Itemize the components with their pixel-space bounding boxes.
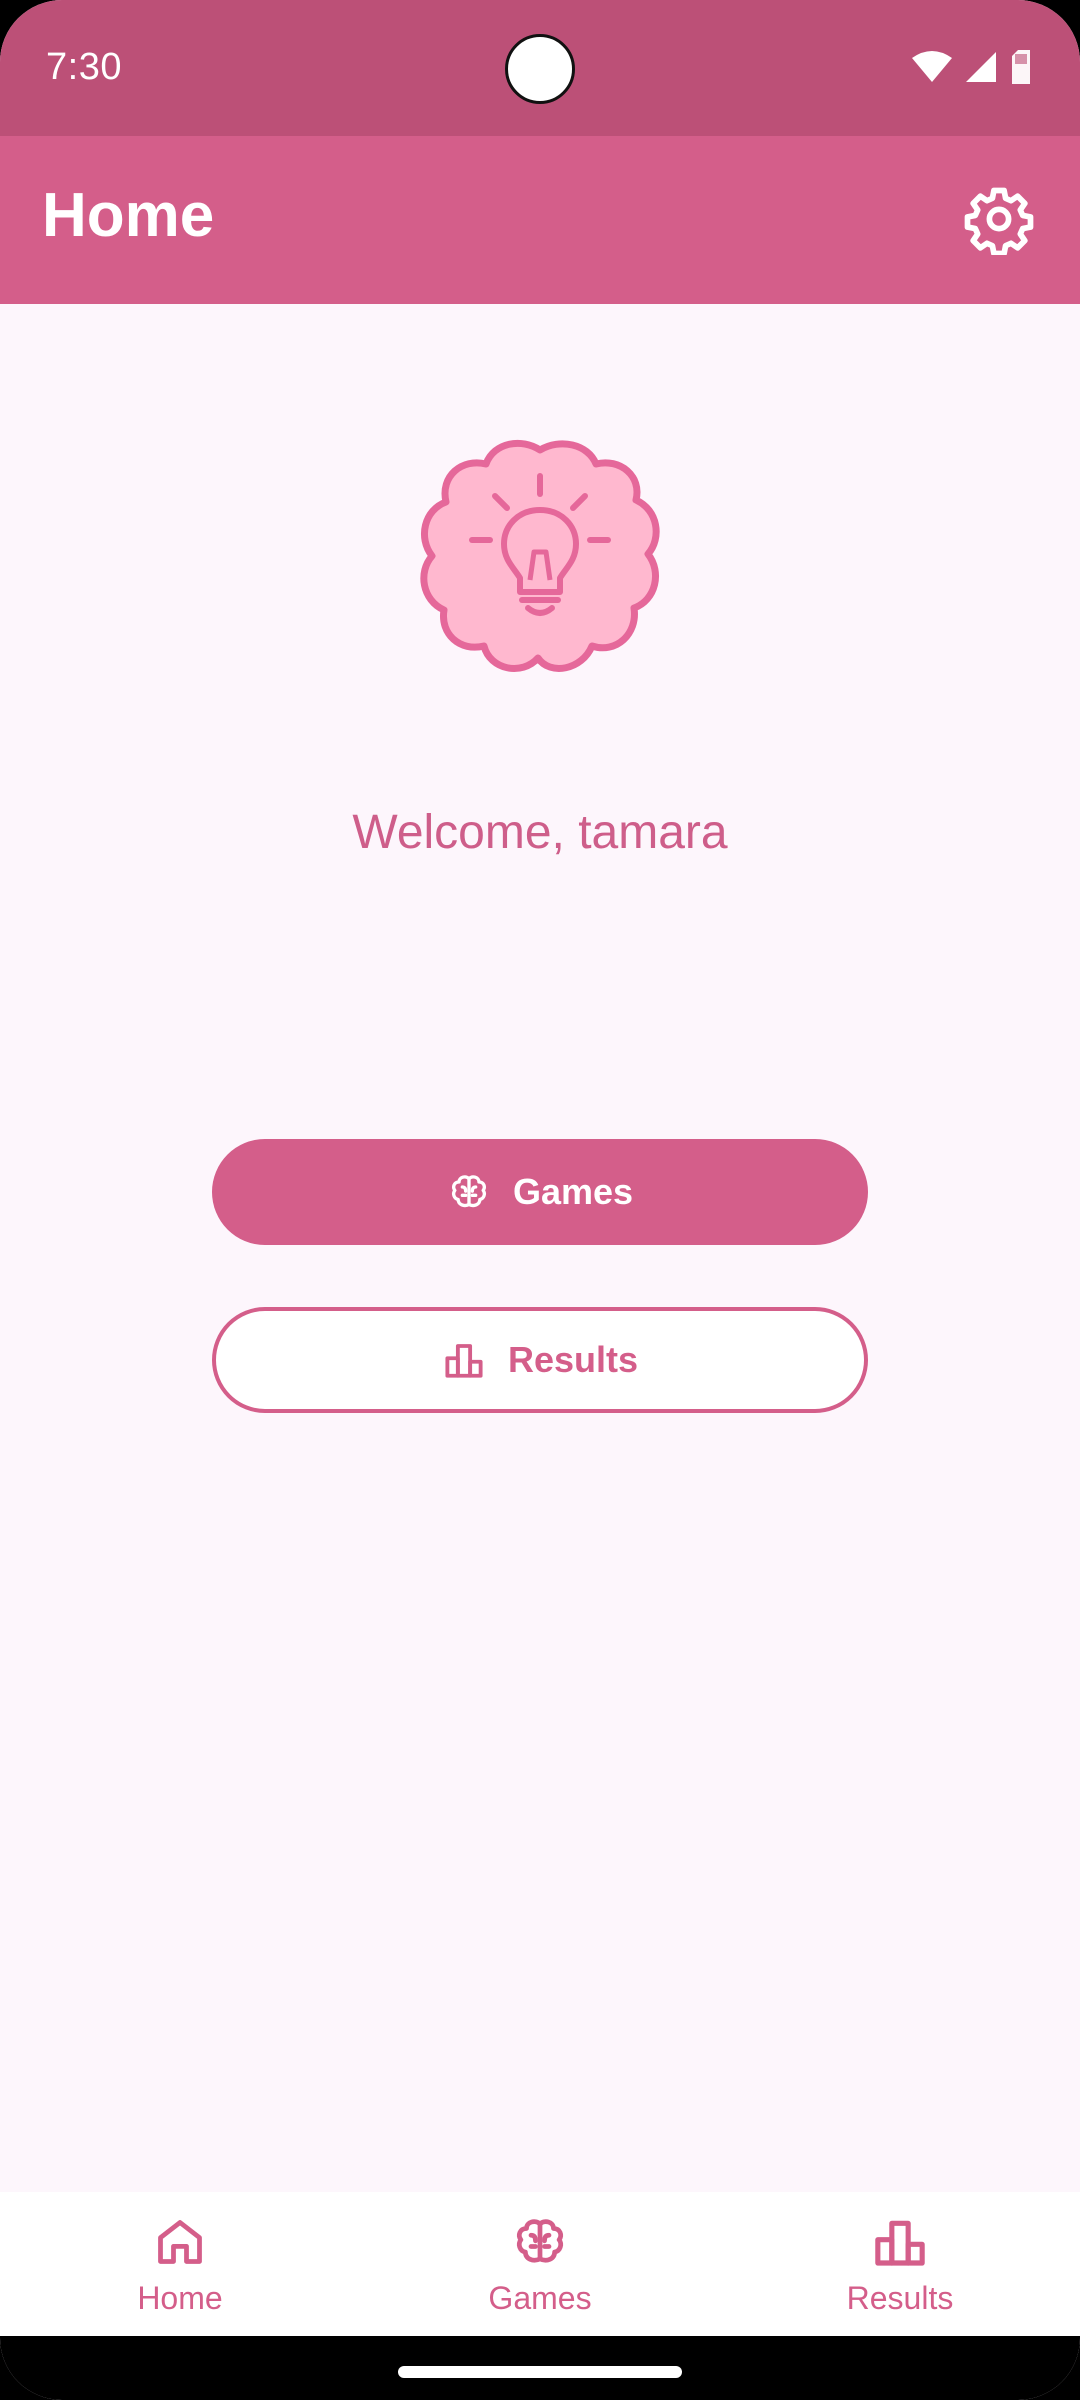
- home-gesture-handle[interactable]: [398, 2366, 682, 2378]
- bottom-navigation: Home Games Results: [0, 2192, 1080, 2336]
- home-icon: [152, 2214, 208, 2270]
- wifi-icon: [912, 51, 952, 82]
- brain-icon: [447, 1170, 491, 1214]
- top-app-bar: Home: [0, 136, 1080, 304]
- settings-button[interactable]: [958, 178, 1040, 260]
- bar-chart-icon: [442, 1338, 486, 1382]
- nav-label-home: Home: [137, 2280, 223, 2316]
- camera-cutout: [505, 34, 575, 104]
- results-button[interactable]: Results: [212, 1307, 868, 1413]
- gear-icon: [964, 187, 1034, 255]
- games-button[interactable]: Games: [212, 1139, 868, 1245]
- status-icons: [912, 50, 1032, 84]
- status-bar: 7:30: [0, 0, 1080, 136]
- brain-icon: [512, 2214, 568, 2270]
- cellular-signal-icon: [966, 52, 996, 82]
- results-button-label: Results: [507, 1339, 639, 1380]
- nav-item-games[interactable]: Games: [360, 2192, 720, 2336]
- nav-label-games: Games: [488, 2280, 592, 2316]
- nav-item-home[interactable]: Home: [0, 2192, 360, 2336]
- welcome-message: Welcome, tamara: [352, 806, 728, 859]
- status-time: 7:30: [46, 46, 122, 88]
- brain-lightbulb-icon: [410, 430, 670, 690]
- nav-item-results[interactable]: Results: [720, 2192, 1080, 2336]
- gesture-bar: [0, 2336, 1080, 2400]
- screen: 7:30 Home Welcome, tamara Games Results …: [0, 0, 1080, 2400]
- bar-chart-icon: [872, 2214, 928, 2270]
- sim-card-icon: [1012, 50, 1030, 84]
- games-button-label: Games: [512, 1171, 634, 1212]
- page-title: Home: [42, 181, 215, 250]
- nav-label-results: Results: [846, 2280, 954, 2316]
